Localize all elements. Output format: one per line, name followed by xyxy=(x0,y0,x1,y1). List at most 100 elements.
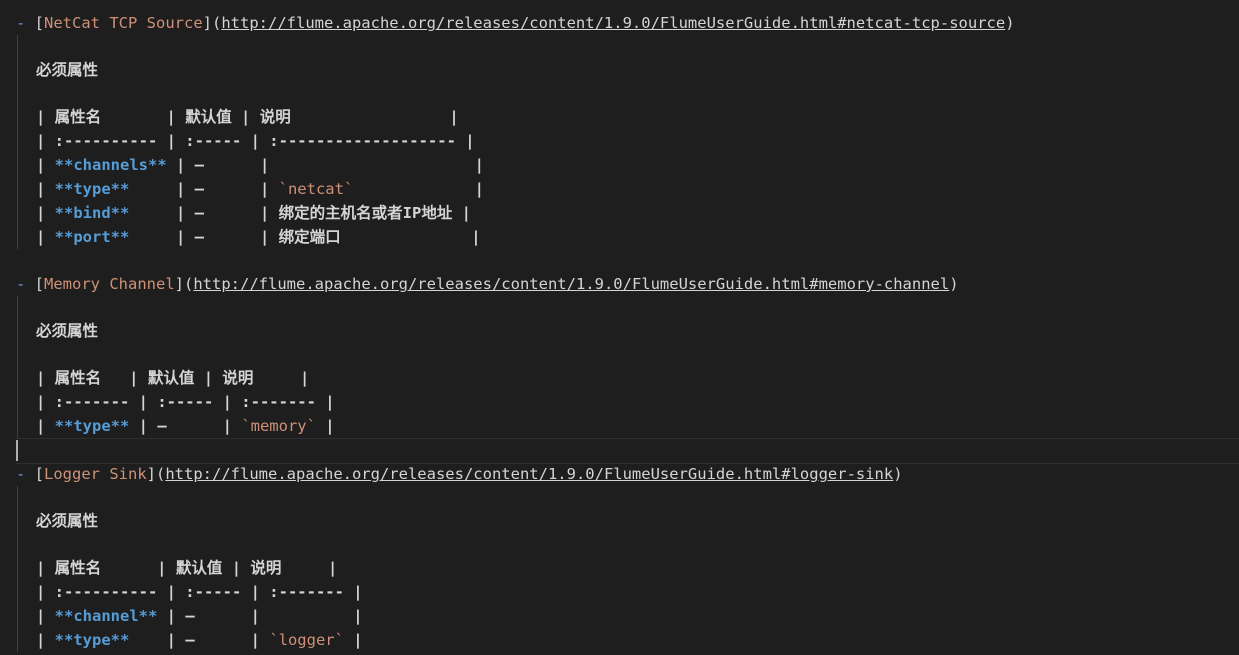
table-separator: | xyxy=(36,228,55,246)
section-heading: 必须属性 xyxy=(36,58,1239,82)
heading-text: 必须属性 xyxy=(36,512,99,530)
link-url[interactable]: http://flume.apache.org/releases/content… xyxy=(221,14,1005,32)
heading-text: 必须属性 xyxy=(36,322,99,340)
list-item-link: - [NetCat TCP Source](http://flume.apach… xyxy=(16,11,1239,35)
link-url[interactable]: http://flume.apache.org/releases/content… xyxy=(165,465,893,483)
table-separator: | – | xyxy=(129,631,270,649)
indent-guide xyxy=(17,486,18,652)
table-cell-text: 说明 xyxy=(250,559,282,577)
table-cell-strong: **type** xyxy=(54,180,130,198)
table-cell-text: 默认值 xyxy=(175,559,223,577)
link-text[interactable]: Logger Sink xyxy=(44,465,147,483)
table-separator: | xyxy=(36,108,55,126)
table-cell-code: `logger` xyxy=(269,631,344,649)
table-row: | **type** | – | `logger` | xyxy=(36,628,1239,652)
table-row: | **type** | – | `netcat` | xyxy=(36,177,1239,201)
list-bullet: - xyxy=(16,275,35,293)
text-caret xyxy=(16,440,18,461)
table-row: | **port** | – | 绑定端口 | xyxy=(36,225,1239,249)
table-cell-strong: **channel** xyxy=(54,607,158,625)
table-row: | **channel** | – | | xyxy=(36,604,1239,628)
table-separator: | – | xyxy=(129,417,242,435)
table-separator: | xyxy=(253,369,310,387)
table-cell-strong: **bind** xyxy=(54,204,130,222)
table-row: | **bind** | – | 绑定的主机名或者IP地址 | xyxy=(36,201,1239,225)
table-separator: | xyxy=(290,108,459,126)
list-item-link: - [Logger Sink](http://flume.apache.org/… xyxy=(16,462,1239,486)
table-separator: | xyxy=(340,228,481,246)
link-bracket: ) xyxy=(1005,14,1015,32)
table-row: | 属性名 | 默认值 | 说明 | xyxy=(36,556,1239,580)
table-separator: | xyxy=(101,108,186,126)
link-text[interactable]: NetCat TCP Source xyxy=(44,14,203,32)
section-heading: 必须属性 xyxy=(36,509,1239,533)
table-cell-text: 默认值 xyxy=(185,108,232,126)
table-separator: | – | xyxy=(129,180,279,198)
list-item-link: - [Memory Channel](http://flume.apache.o… xyxy=(16,272,1239,296)
table-cell-text: 属性名 xyxy=(54,559,102,577)
table-cell-text: 绑定端口 xyxy=(278,228,341,246)
table-separator: | xyxy=(36,369,55,387)
table-separator: IP xyxy=(402,204,422,222)
section-heading: 必须属性 xyxy=(36,319,1239,343)
table-cell-text: 说明 xyxy=(222,369,254,387)
table-cell-strong: **channels** xyxy=(54,156,167,174)
link-bracket: ]( xyxy=(202,14,222,32)
list-bullet: - xyxy=(16,465,35,483)
table-cell-text: 默认值 xyxy=(147,369,195,387)
table-separator: | xyxy=(343,631,363,649)
table-cell-strong: **port** xyxy=(54,228,130,246)
table-separator: | xyxy=(36,631,55,649)
link-bracket: [ xyxy=(34,14,45,32)
table-separator: | xyxy=(194,369,223,387)
list-bullet: - xyxy=(16,14,35,32)
table-row: | :---------- | :----- | :------- | xyxy=(36,580,1239,604)
table-separator: | – | | xyxy=(157,607,363,625)
table-cell-strong: **type** xyxy=(54,417,130,435)
table-separator: | xyxy=(36,559,55,577)
table-cell-text: 说明 xyxy=(259,108,291,126)
table-separator: | xyxy=(36,180,55,198)
table-separator: | xyxy=(36,607,55,625)
table-separator: | – | xyxy=(129,204,279,222)
table-separator: | xyxy=(101,369,148,387)
table-separator: | xyxy=(101,559,176,577)
table-separator: | :---------- | :----- | :--------------… xyxy=(36,132,475,150)
table-cell-code: `memory` xyxy=(241,417,316,435)
indent-guide xyxy=(17,35,18,249)
editor-pane[interactable]: - [NetCat TCP Source](http://flume.apach… xyxy=(0,0,1239,655)
table-row: | 属性名 | 默认值 | 说明 | xyxy=(36,105,1239,129)
link-bracket: ]( xyxy=(174,275,194,293)
current-line-highlight xyxy=(16,438,1239,464)
table-separator: | xyxy=(36,204,55,222)
link-bracket: [ xyxy=(34,275,45,293)
table-row: | **type** | – | `memory` | xyxy=(36,414,1239,438)
table-cell-text: 绑定的主机名或者 xyxy=(278,204,403,222)
link-bracket: [ xyxy=(34,465,45,483)
table-separator: | xyxy=(452,204,472,222)
link-bracket: ]( xyxy=(146,465,166,483)
table-separator: | xyxy=(36,156,55,174)
table-cell-text: 属性名 xyxy=(54,108,102,126)
table-row: | 属性名 | 默认值 | 说明 | xyxy=(36,366,1239,390)
table-separator: | xyxy=(222,559,251,577)
table-separator: | xyxy=(315,417,335,435)
table-separator: | xyxy=(353,180,484,198)
table-cell-text: 属性名 xyxy=(54,369,102,387)
table-separator: | – | xyxy=(129,228,279,246)
table-cell-text: 地址 xyxy=(421,204,453,222)
link-url[interactable]: http://flume.apache.org/releases/content… xyxy=(193,275,949,293)
table-separator: | – | | xyxy=(166,156,484,174)
table-row: | :---------- | :----- | :--------------… xyxy=(36,129,1239,153)
table-separator: | xyxy=(281,559,338,577)
link-text[interactable]: Memory Channel xyxy=(44,275,175,293)
table-row: | **channels** | – | | xyxy=(36,153,1239,177)
table-cell-code: `netcat` xyxy=(278,180,354,198)
table-separator: | xyxy=(36,417,55,435)
table-separator: | :------- | :----- | :------- | xyxy=(36,393,335,411)
table-cell-strong: **type** xyxy=(54,631,130,649)
table-separator: | :---------- | :----- | :------- | xyxy=(36,583,363,601)
table-separator: | xyxy=(231,108,260,126)
heading-text: 必须属性 xyxy=(36,61,99,79)
indent-guide xyxy=(17,296,18,438)
